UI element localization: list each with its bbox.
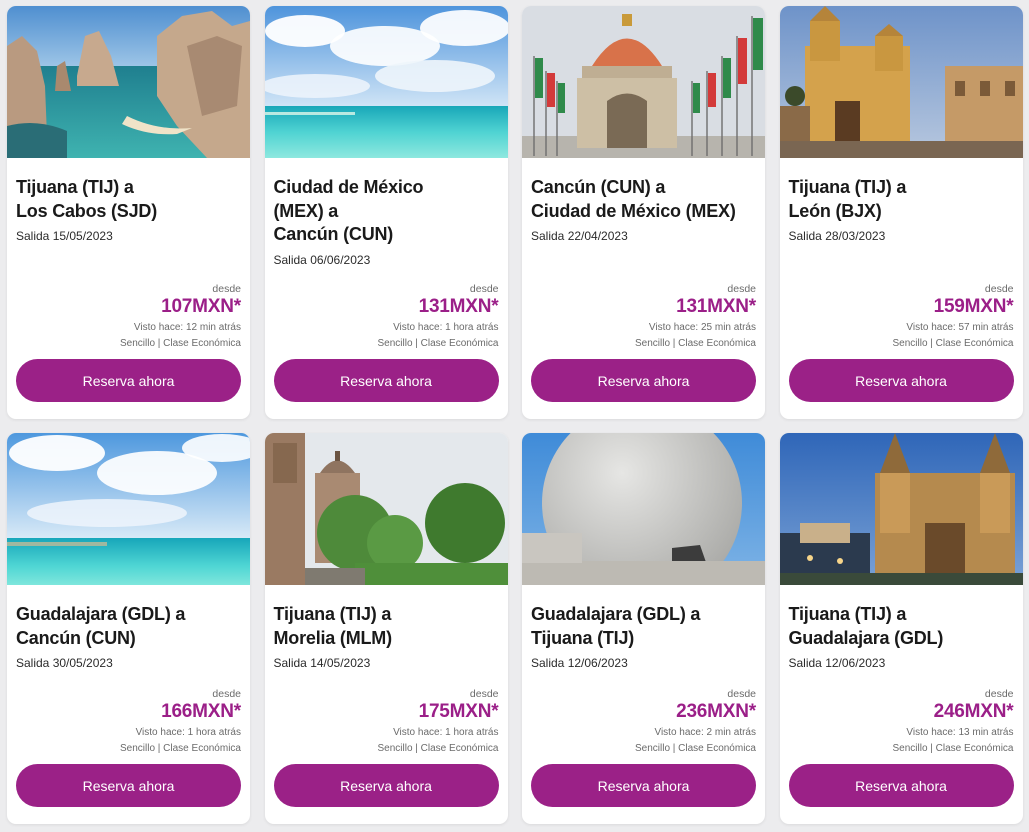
guadalajara-cathedral-photo bbox=[779, 433, 1023, 585]
fare-type: Sencillo | Clase Económica bbox=[377, 743, 499, 754]
price-prefix: desde bbox=[212, 283, 241, 295]
departure-date: Salida 12/06/2023 bbox=[788, 656, 886, 670]
price-prefix: desde bbox=[469, 283, 499, 295]
departure-date: Salida 22/04/2023 bbox=[531, 229, 628, 243]
cancun-beach-photo bbox=[264, 6, 508, 158]
route-title: Guadalajara (GDL) a Tijuana (TIJ) bbox=[531, 604, 701, 648]
price-prefix: desde bbox=[727, 688, 756, 700]
price: 131MXN* bbox=[676, 296, 756, 317]
fare-type: Sencillo | Clase Económica bbox=[120, 743, 241, 754]
route-title: Tijuana (TIJ) a León (BJX) bbox=[788, 177, 907, 221]
guanajuato-church-photo bbox=[779, 6, 1023, 158]
book-now-button[interactable]: Reserva ahora bbox=[788, 764, 1014, 807]
price-prefix: desde bbox=[212, 688, 241, 700]
seen-ago: Visto hace: 57 min atrás bbox=[906, 322, 1014, 333]
price: 236MXN* bbox=[676, 701, 756, 722]
route-title: Tijuana (TIJ) a Los Cabos (SJD) bbox=[16, 177, 158, 221]
departure-date: Salida 15/05/2023 bbox=[16, 229, 113, 243]
seen-ago: Visto hace: 12 min atrás bbox=[133, 322, 241, 333]
fare-type: Sencillo | Clase Económica bbox=[892, 743, 1014, 754]
seen-ago: Visto hace: 2 min atrás bbox=[654, 727, 756, 738]
fare-type: Sencillo | Clase Económica bbox=[635, 743, 756, 754]
flight-deals-grid: Tijuana (TIJ) a Los Cabos (SJD) Salida 1… bbox=[7, 6, 1023, 824]
departure-date: Salida 06/06/2023 bbox=[273, 252, 371, 267]
flight-card: Guadalajara (GDL) a Cancún (CUN) Salida … bbox=[7, 433, 250, 824]
flight-card: Tijuana (TIJ) a Guadalajara (GDL) Salida… bbox=[779, 433, 1023, 824]
los-cabos-arch-photo bbox=[7, 6, 250, 158]
seen-ago: Visto hace: 1 hora atrás bbox=[393, 727, 499, 738]
price: 107MXN* bbox=[161, 296, 241, 317]
fare-type: Sencillo | Clase Económica bbox=[120, 338, 241, 349]
route-title: Cancún (CUN) a Ciudad de México (MEX) bbox=[531, 177, 736, 221]
fare-type: Sencillo | Clase Económica bbox=[635, 338, 756, 349]
flight-card: Tijuana (TIJ) a León (BJX) Salida 28/03/… bbox=[779, 6, 1023, 419]
price: 159MXN* bbox=[933, 296, 1014, 317]
price: 131MXN* bbox=[418, 296, 499, 317]
book-now-button[interactable]: Reserva ahora bbox=[531, 764, 756, 807]
price: 246MXN* bbox=[933, 701, 1014, 722]
route-title: Tijuana (TIJ) a Guadalajara (GDL) bbox=[788, 604, 944, 648]
flight-card: Tijuana (TIJ) a Morelia (MLM) Salida 14/… bbox=[264, 433, 508, 824]
price-prefix: desde bbox=[984, 688, 1014, 700]
cancun-sea-photo bbox=[7, 433, 250, 585]
price-prefix: desde bbox=[469, 688, 499, 700]
seen-ago: Visto hace: 1 hora atrás bbox=[135, 727, 241, 738]
book-now-button[interactable]: Reserva ahora bbox=[788, 359, 1014, 402]
route-title: Tijuana (TIJ) a Morelia (MLM) bbox=[273, 604, 393, 648]
price-prefix: desde bbox=[727, 283, 756, 295]
morelia-cathedral-photo bbox=[264, 433, 508, 585]
flight-card: Tijuana (TIJ) a Los Cabos (SJD) Salida 1… bbox=[7, 6, 250, 419]
price: 166MXN* bbox=[161, 701, 241, 722]
book-now-button[interactable]: Reserva ahora bbox=[16, 359, 241, 402]
book-now-button[interactable]: Reserva ahora bbox=[273, 764, 499, 807]
flight-card: Cancún (CUN) a Ciudad de México (MEX) Sa… bbox=[522, 6, 765, 419]
seen-ago: Visto hace: 25 min atrás bbox=[648, 322, 756, 333]
route-title: Ciudad de México (MEX) a Cancún (CUN) bbox=[273, 177, 424, 244]
departure-date: Salida 30/05/2023 bbox=[16, 656, 113, 670]
book-now-button[interactable]: Reserva ahora bbox=[273, 359, 499, 402]
tijuana-cultural-center-photo bbox=[522, 433, 765, 585]
monumento-revolucion-photo bbox=[522, 6, 765, 158]
departure-date: Salida 12/06/2023 bbox=[531, 656, 628, 670]
price: 175MXN* bbox=[418, 701, 499, 722]
departure-date: Salida 14/05/2023 bbox=[273, 656, 371, 670]
seen-ago: Visto hace: 13 min atrás bbox=[906, 727, 1014, 738]
departure-date: Salida 28/03/2023 bbox=[788, 229, 886, 243]
fare-type: Sencillo | Clase Económica bbox=[377, 338, 499, 349]
flight-card: Guadalajara (GDL) a Tijuana (TIJ) Salida… bbox=[522, 433, 765, 824]
route-title: Guadalajara (GDL) a Cancún (CUN) bbox=[16, 604, 186, 648]
price-prefix: desde bbox=[984, 283, 1014, 295]
fare-type: Sencillo | Clase Económica bbox=[892, 338, 1014, 349]
flight-card: Ciudad de México (MEX) a Cancún (CUN) Sa… bbox=[264, 6, 508, 419]
book-now-button[interactable]: Reserva ahora bbox=[531, 359, 756, 402]
book-now-button[interactable]: Reserva ahora bbox=[16, 764, 241, 807]
seen-ago: Visto hace: 1 hora atrás bbox=[393, 322, 499, 333]
